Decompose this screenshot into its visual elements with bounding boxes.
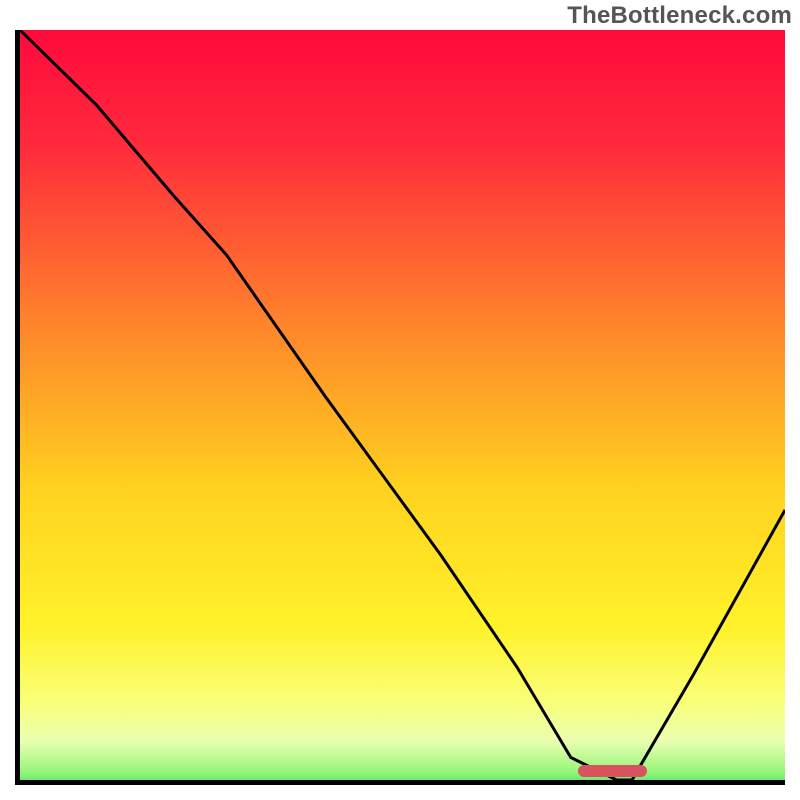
plot-area [15, 30, 785, 785]
watermark-text: TheBottleneck.com [567, 2, 792, 30]
optimum-range-marker [578, 765, 647, 777]
bottleneck-curve [20, 30, 785, 780]
chart-canvas: TheBottleneck.com [0, 0, 800, 800]
